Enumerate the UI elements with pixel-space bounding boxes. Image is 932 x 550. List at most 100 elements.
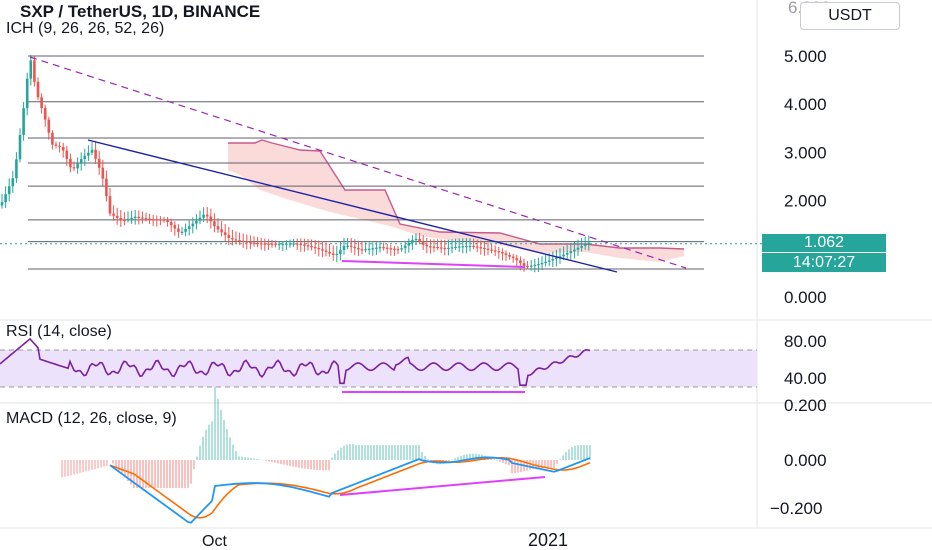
- candle-body: [83, 155, 87, 160]
- candle-body: [411, 240, 414, 243]
- candle-body: [205, 214, 209, 217]
- macd-tick-label: 0.000: [784, 451, 827, 470]
- candle-body: [493, 250, 497, 252]
- candle-body: [310, 246, 313, 248]
- candle-body: [396, 248, 400, 251]
- candle-body: [263, 243, 267, 245]
- candle-body: [429, 246, 432, 248]
- candle-body: [25, 78, 29, 109]
- candle-body: [353, 246, 357, 249]
- candle-body: [112, 213, 115, 216]
- candle-body: [245, 241, 249, 243]
- drawings: [29, 56, 687, 273]
- candle-body: [130, 217, 133, 219]
- axes-labels: 6.0005.0004.0003.0002.0000.00080.0040.00…: [202, 0, 831, 550]
- chart-title: SXP / TetherUS, 1D, BINANCE: [20, 2, 261, 21]
- candle-body: [526, 265, 529, 268]
- candle-body: [22, 108, 25, 135]
- candle-body: [238, 240, 241, 242]
- candle-body: [180, 231, 184, 233]
- candle-body: [357, 248, 360, 250]
- candle-body: [342, 246, 346, 250]
- candle-body: [223, 232, 227, 236]
- candle-body: [436, 247, 439, 249]
- candle-body: [144, 218, 148, 220]
- candle-body: [43, 108, 47, 120]
- candle-body: [483, 247, 486, 250]
- candle-body: [90, 149, 94, 153]
- candle-body: [69, 158, 72, 168]
- candle-body: [7, 186, 11, 195]
- macd-tick-label: 0.200: [784, 396, 827, 415]
- candle-body: [173, 225, 177, 229]
- candle-body: [79, 159, 83, 164]
- price-tick-label: 3.000: [784, 143, 827, 162]
- chart-canvas: 6.0005.0004.0003.0002.0000.00080.0040.00…: [0, 0, 932, 550]
- candle-body: [274, 243, 277, 245]
- candle-body: [288, 243, 292, 245]
- candle-body: [299, 243, 303, 246]
- candle-body: [76, 163, 79, 169]
- macd-label: MACD (12, 26, close, 9): [6, 410, 177, 427]
- candle-body: [501, 252, 504, 254]
- candle-body: [234, 239, 238, 241]
- candle-body: [544, 261, 547, 264]
- candle-body: [133, 216, 137, 218]
- candle-body: [360, 249, 364, 251]
- candle-body: [141, 217, 144, 219]
- candle-body: [155, 219, 159, 221]
- candle-body: [252, 242, 256, 244]
- candle-body: [497, 251, 501, 253]
- candle-body: [126, 218, 130, 221]
- candle-body: [306, 245, 310, 247]
- ichimoku-label: ICH (9, 26, 26, 52, 26): [6, 20, 165, 37]
- candle-body: [285, 243, 288, 245]
- candle-body: [256, 242, 259, 245]
- candle-body: [61, 147, 65, 151]
- currency-button[interactable]: USDT: [800, 2, 900, 30]
- candle-body: [184, 228, 187, 232]
- candle-body: [562, 254, 565, 257]
- candle-body: [461, 246, 465, 248]
- candle-body: [169, 222, 173, 226]
- candle-body: [47, 119, 51, 133]
- candle-body: [209, 216, 213, 222]
- candle-body: [162, 219, 166, 221]
- macd-pane: [61, 386, 591, 524]
- price-tick-label: 2.000: [784, 192, 827, 211]
- candle-body: [216, 226, 220, 230]
- candle-body: [382, 247, 385, 249]
- candle-body: [443, 247, 447, 250]
- descending-trendline: [87, 139, 618, 273]
- price-divergence-line: [341, 260, 526, 268]
- candle-body: [468, 245, 472, 248]
- candle-body: [547, 260, 551, 262]
- candle-body: [324, 250, 328, 252]
- candle-body: [490, 249, 493, 251]
- candle-body: [313, 246, 317, 249]
- price-tick-label: 5.000: [784, 47, 827, 66]
- candle-body: [447, 247, 450, 250]
- candle-body: [11, 178, 15, 187]
- candle-body: [72, 167, 76, 169]
- price-tick-label: 0.000: [784, 288, 827, 307]
- candle-body: [457, 246, 461, 248]
- candle-body: [565, 252, 569, 255]
- candle-body: [540, 263, 544, 265]
- candle-body: [400, 248, 403, 250]
- candle-body: [105, 178, 108, 197]
- candle-body: [393, 248, 396, 250]
- macd-tick-label: −0.200: [770, 499, 822, 518]
- candle-body: [227, 235, 231, 238]
- candle-body: [321, 249, 324, 251]
- candle-body: [364, 249, 367, 251]
- candle-body: [479, 247, 483, 249]
- macd-divergence-line: [339, 476, 546, 496]
- candle-body: [414, 238, 418, 241]
- candle-body: [119, 217, 123, 220]
- candle-body: [537, 264, 540, 266]
- candle-body: [583, 244, 587, 246]
- candle-body: [378, 247, 382, 249]
- candle-body: [51, 132, 54, 145]
- candle-body: [29, 60, 33, 79]
